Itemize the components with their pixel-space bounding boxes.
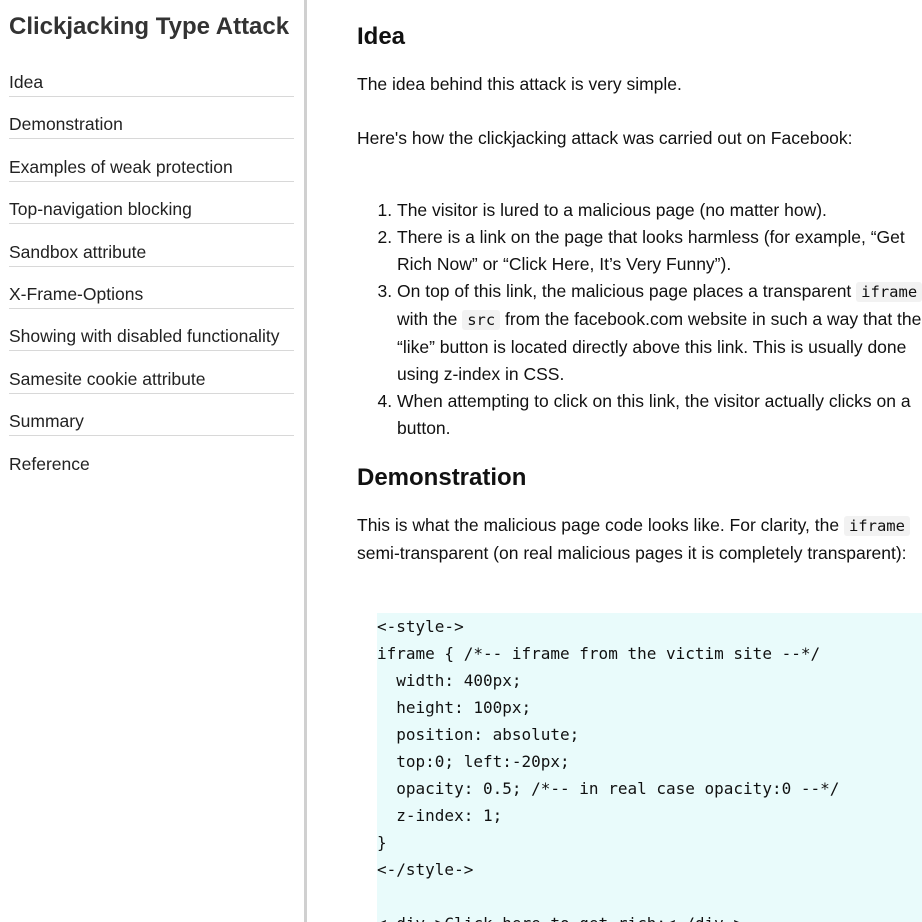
demo-text-a: This is what the malicious page code loo… bbox=[357, 515, 844, 535]
idea-paragraph-2: Here's how the clickjacking attack was c… bbox=[357, 128, 853, 148]
code-block: <-style-> iframe { /*-- iframe from the … bbox=[377, 613, 922, 922]
sidebar-divider[interactable] bbox=[304, 0, 307, 922]
list-item: On top of this link, the malicious page … bbox=[397, 278, 922, 388]
sidebar: Clickjacking Type Attack Idea Demonstrat… bbox=[0, 0, 304, 922]
demo-text-b: semi-transparent (on real malicious page… bbox=[357, 543, 907, 563]
sidebar-item-examples-of-weak-protection[interactable]: Examples of weak protection bbox=[9, 150, 294, 192]
step-2-text-b: Rich Now” or “Click Here, It’s Very Funn… bbox=[397, 254, 732, 274]
idea-paragraph-1: The idea behind this attack is very simp… bbox=[357, 74, 682, 94]
sidebar-title: Clickjacking Type Attack bbox=[9, 13, 290, 40]
list-item: There is a link on the page that looks h… bbox=[397, 224, 922, 278]
step-4-text-b: button. bbox=[397, 418, 451, 438]
list-item: The visitor is lured to a malicious page… bbox=[397, 197, 922, 224]
sidebar-item-x-frame-options[interactable]: X-Frame-Options bbox=[9, 277, 294, 319]
idea-heading: Idea bbox=[357, 23, 406, 50]
demonstration-paragraph: This is what the malicious page code loo… bbox=[357, 512, 910, 567]
step-2-text-a: There is a link on the page that looks h… bbox=[397, 227, 905, 247]
attack-steps-list: The visitor is lured to a malicious page… bbox=[357, 197, 922, 442]
step-1-text: The visitor is lured to a malicious page… bbox=[397, 200, 827, 220]
step-3-text-d: “like” button is located directly above … bbox=[397, 337, 907, 357]
step-3-text-a: On top of this link, the malicious page … bbox=[397, 281, 857, 301]
step-3-text-e: using z-index in CSS. bbox=[397, 364, 565, 384]
demonstration-heading: Demonstration bbox=[357, 464, 527, 491]
list-item: When attempting to click on this link, t… bbox=[397, 388, 922, 442]
sidebar-item-idea[interactable]: Idea bbox=[9, 65, 294, 107]
sidebar-item-demonstration[interactable]: Demonstration bbox=[9, 107, 294, 149]
sidebar-item-sandbox-attribute[interactable]: Sandbox attribute bbox=[9, 235, 294, 277]
sidebar-item-samesite-cookie-attribute[interactable]: Samesite cookie attribute bbox=[9, 362, 294, 404]
inline-code-iframe: iframe bbox=[856, 282, 922, 302]
step-3-text-b: with the bbox=[397, 309, 463, 329]
sidebar-item-top-navigation-blocking[interactable]: Top-navigation blocking bbox=[9, 192, 294, 234]
sidebar-nav: Idea Demonstration Examples of weak prot… bbox=[9, 65, 294, 489]
main-content: Idea The idea behind this attack is very… bbox=[357, 0, 922, 922]
step-3-text-c: from the facebook.com website in such a … bbox=[500, 309, 922, 329]
sidebar-item-showing-with-disabled-functionality[interactable]: Showing with disabled functionality bbox=[9, 319, 294, 361]
inline-code-iframe-2: iframe bbox=[843, 516, 910, 536]
step-4-text-a: When attempting to click on this link, t… bbox=[397, 391, 911, 411]
code-block-content: <-style-> iframe { /*-- iframe from the … bbox=[377, 617, 840, 922]
sidebar-item-summary[interactable]: Summary bbox=[9, 404, 294, 446]
sidebar-item-reference[interactable]: Reference bbox=[9, 447, 294, 489]
inline-code-src: src bbox=[462, 310, 501, 330]
